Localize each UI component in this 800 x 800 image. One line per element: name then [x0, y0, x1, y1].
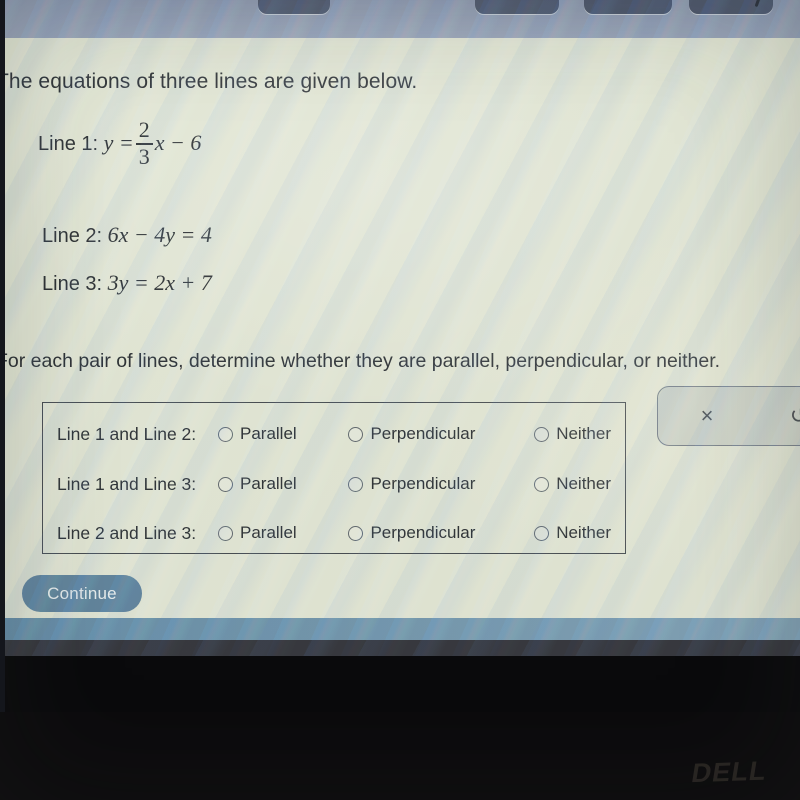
equation-line-3-expression: 3y = 2x + 7: [107, 270, 212, 295]
radio-icon[interactable]: [218, 476, 233, 492]
laptop-screen: The equations of three lines are given b…: [0, 0, 800, 656]
undo-icon[interactable]: ↺: [772, 405, 800, 427]
tool-palette: × ↺: [657, 386, 800, 446]
radio-icon[interactable]: [348, 525, 364, 541]
option-label: Parallel: [240, 424, 297, 443]
radio-option-line2-line3-parallel[interactable]: Parallel: [218, 523, 332, 543]
question-instruction: For each pair of lines, determine whethe…: [0, 350, 721, 372]
equation-line-1-rhs: x − 6: [154, 130, 202, 156]
toolbar-button-1[interactable]: [258, 0, 330, 14]
equation-line-2: Line 2: 6x − 4y = 4: [42, 222, 212, 248]
app-toolbar: [0, 0, 800, 38]
equation-line-1-lhs: y =: [103, 130, 134, 156]
toolbar-button-4-glyph: [754, 0, 763, 8]
row-label-line1-line2: Line 1 and Line 2:: [57, 423, 197, 444]
radio-icon[interactable]: [348, 476, 364, 492]
radio-option-line2-line3-perpendicular[interactable]: Perpendicular: [348, 523, 518, 543]
clear-icon[interactable]: ×: [680, 405, 734, 427]
dell-brand-logo: DELL: [689, 755, 770, 789]
row-label-line1-line3: Line 1 and Line 3:: [57, 473, 197, 494]
question-intro: The equations of three lines are given b…: [0, 70, 418, 93]
os-taskbar: [0, 640, 800, 656]
option-label: Neither: [556, 474, 611, 493]
radio-option-line1-line2-perpendicular[interactable]: Perpendicular: [348, 424, 518, 444]
radio-option-line1-line3-perpendicular[interactable]: Perpendicular: [348, 474, 518, 494]
radio-icon[interactable]: [348, 426, 364, 442]
radio-option-line2-line3-neither[interactable]: Neither: [534, 523, 611, 543]
radio-icon[interactable]: [534, 426, 550, 442]
photograph-of-laptop-screen: The equations of three lines are given b…: [0, 0, 800, 800]
radio-icon[interactable]: [218, 426, 233, 442]
equation-line-2-expression: 6x − 4y = 4: [107, 222, 212, 247]
radio-icon[interactable]: [218, 525, 233, 541]
option-label: Parallel: [240, 523, 297, 542]
table-row: Line 1 and Line 2: Parallel Perpendicula…: [43, 409, 627, 459]
equation-line-1-fraction: 2 3: [135, 117, 153, 170]
table-row: Line 1 and Line 3: Parallel Perpendicula…: [43, 459, 627, 509]
laptop-bezel-bottom: [0, 712, 800, 800]
option-label: Perpendicular: [370, 474, 476, 493]
fraction-numerator: 2: [138, 117, 150, 142]
option-label: Perpendicular: [370, 424, 476, 443]
radio-option-line1-line3-parallel[interactable]: Parallel: [218, 474, 332, 494]
status-band: [0, 618, 800, 640]
radio-option-line1-line2-neither[interactable]: Neither: [534, 424, 611, 444]
equation-line-3-label: Line 3:: [42, 273, 103, 295]
radio-option-line1-line3-neither[interactable]: Neither: [534, 474, 611, 494]
option-label: Neither: [556, 523, 611, 542]
toolbar-button-3[interactable]: [584, 0, 672, 14]
equation-line-1-label: Line 1:: [38, 133, 99, 156]
continue-button[interactable]: Continue: [22, 575, 142, 612]
radio-icon[interactable]: [534, 476, 550, 492]
option-label: Perpendicular: [370, 523, 476, 542]
radio-option-line1-line2-parallel[interactable]: Parallel: [218, 424, 332, 444]
worksheet-page: The equations of three lines are given b…: [0, 38, 800, 618]
toolbar-button-2[interactable]: [475, 0, 559, 14]
equation-line-2-label: Line 2:: [42, 225, 103, 247]
option-label: Parallel: [240, 474, 297, 493]
row-label-line2-line3: Line 2 and Line 3:: [57, 522, 197, 543]
option-label: Neither: [556, 424, 611, 443]
toolbar-button-4[interactable]: [689, 0, 773, 14]
screen-bezel-left: [0, 0, 5, 712]
equation-line-1: Line 1: y = 2 3 x − 6: [38, 117, 202, 170]
radio-icon[interactable]: [534, 525, 550, 541]
answer-table: Line 1 and Line 2: Parallel Perpendicula…: [42, 402, 626, 554]
fraction-denominator: 3: [138, 144, 150, 170]
table-row: Line 2 and Line 3: Parallel Perpendicula…: [43, 508, 627, 558]
equation-line-3: Line 3: 3y = 2x + 7: [42, 270, 212, 296]
